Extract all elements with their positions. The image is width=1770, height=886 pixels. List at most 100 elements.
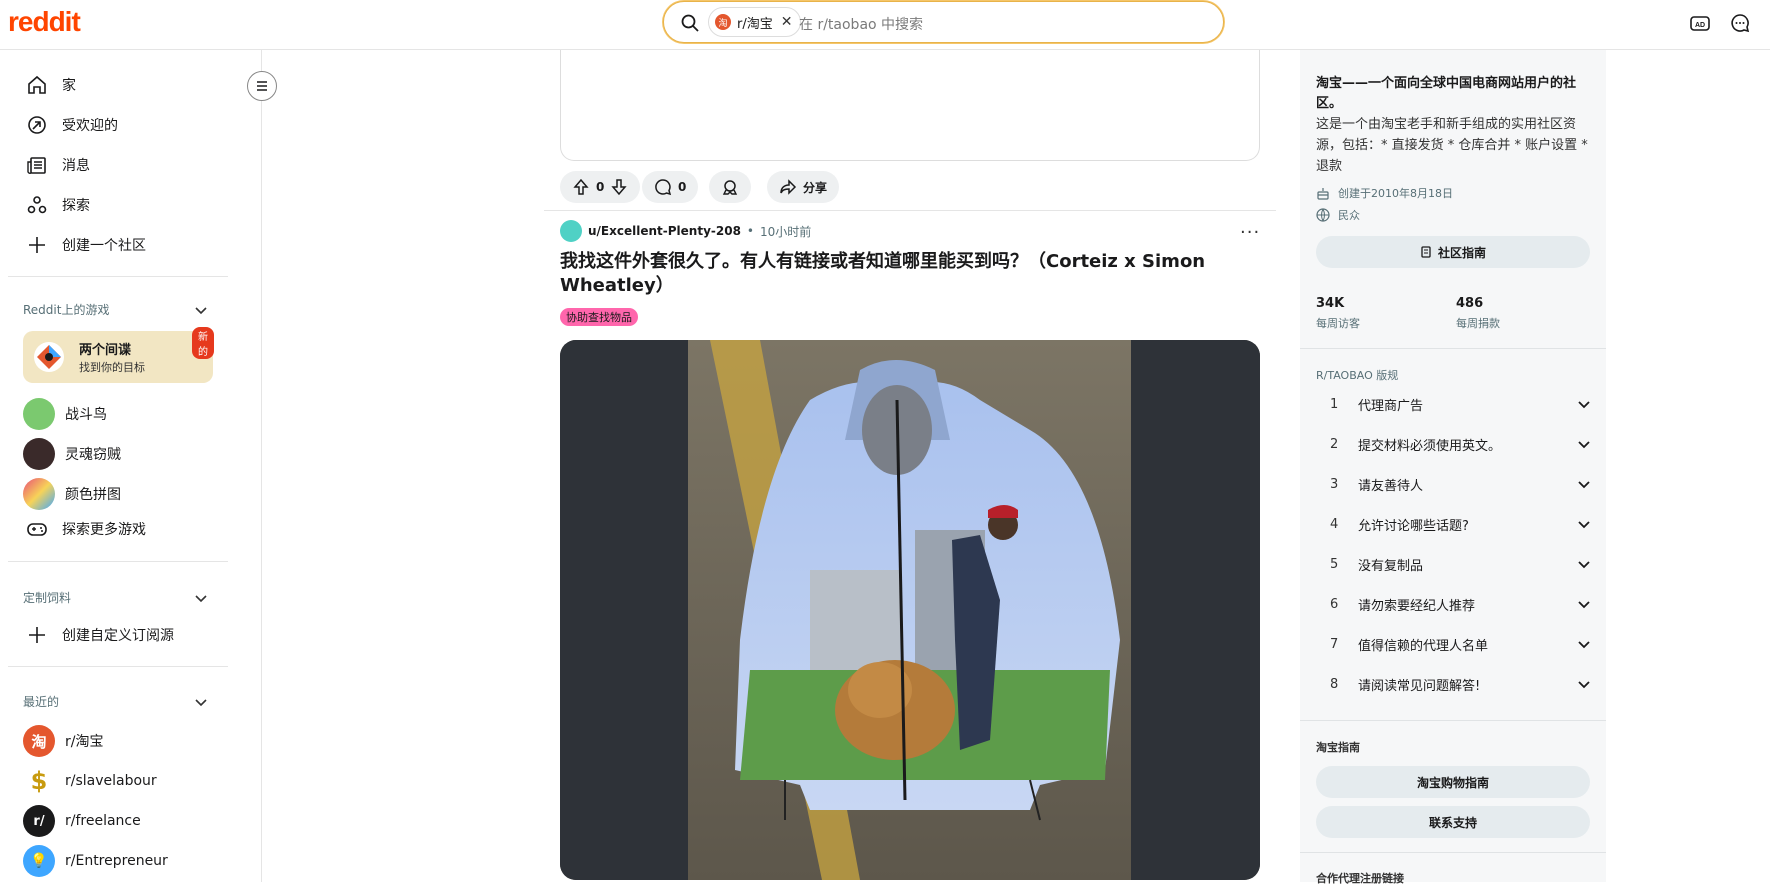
rule-number: 3 bbox=[1330, 476, 1339, 492]
partner-links-title: 合作代理注册链接 bbox=[1316, 872, 1404, 885]
recent-community-item[interactable]: r/ r/freelance bbox=[23, 805, 141, 837]
rule-item[interactable]: 3 请友善待人 bbox=[1330, 464, 1592, 504]
chevron-down-icon bbox=[1578, 521, 1590, 529]
nav-create-community-label: 创建一个社区 bbox=[62, 238, 146, 254]
community-visibility: 民众 bbox=[1316, 207, 1360, 223]
ad-icon[interactable]: AD bbox=[1689, 12, 1711, 34]
new-badge: 新的 bbox=[192, 327, 214, 359]
nav-news-label: 消息 bbox=[62, 158, 90, 174]
award-button[interactable] bbox=[709, 171, 751, 203]
featured-game-title: 两个间谍 bbox=[79, 343, 132, 358]
rule-item[interactable]: 1 代理商广告 bbox=[1330, 384, 1592, 424]
rule-item[interactable]: 4 允许讨论哪些话题? bbox=[1330, 504, 1592, 544]
recent-community-item[interactable]: 💡 r/Entrepreneur bbox=[23, 845, 168, 877]
reddit-logo[interactable]: reddit bbox=[8, 6, 81, 38]
plus-icon bbox=[29, 627, 45, 643]
cake-icon bbox=[1317, 188, 1329, 200]
community-guide-button[interactable]: 社区指南 bbox=[1316, 236, 1590, 268]
divider bbox=[8, 561, 228, 562]
rule-item[interactable]: 8 请阅读常见问题解答! bbox=[1330, 664, 1592, 704]
rule-item[interactable]: 2 提交材料必须使用英文。 bbox=[1330, 424, 1592, 464]
visibility-label: 民众 bbox=[1338, 209, 1360, 222]
search-input[interactable]: 在 r/taobao 中搜索 bbox=[799, 14, 923, 34]
svg-text:AD: AD bbox=[1695, 22, 1705, 29]
nav-news[interactable]: 消息 bbox=[26, 154, 90, 176]
chevron-down-icon[interactable] bbox=[193, 302, 209, 318]
recent-community-item[interactable]: 淘 r/淘宝 bbox=[23, 725, 103, 757]
nav-popular[interactable]: 受欢迎的 bbox=[26, 114, 118, 136]
rule-item[interactable]: 5 没有复制品 bbox=[1330, 544, 1592, 584]
contact-support-button[interactable]: 联系支持 bbox=[1316, 806, 1590, 838]
nav-explore[interactable]: 探索 bbox=[26, 194, 90, 216]
weekly-visitors-label: 每周访客 bbox=[1316, 317, 1360, 330]
battle-birds-icon bbox=[23, 398, 55, 430]
taobao-shopping-guide-button[interactable]: 淘宝购物指南 bbox=[1316, 766, 1590, 798]
rule-item[interactable]: 7 值得信赖的代理人名单 bbox=[1330, 624, 1592, 664]
upvote-icon[interactable] bbox=[572, 178, 590, 196]
rule-text: 代理商广告 bbox=[1358, 398, 1424, 414]
search-community-chip[interactable]: 淘 r/淘宝 ✕ bbox=[708, 7, 802, 37]
game-item[interactable]: 颜色拼图 bbox=[23, 478, 121, 510]
game-item[interactable]: 战斗鸟 bbox=[23, 398, 107, 430]
created-date: 创建于2010年8月18日 bbox=[1338, 187, 1453, 200]
taobao-community-icon: 淘 bbox=[23, 725, 55, 757]
nav-create-community[interactable]: 创建一个社区 bbox=[26, 234, 146, 256]
search-bar[interactable]: 淘 r/淘宝 ✕ 在 r/taobao 中搜索 bbox=[663, 1, 1224, 43]
post-author[interactable]: u/Excellent-Plenty-208 bbox=[588, 224, 741, 238]
rule-number: 1 bbox=[1330, 396, 1339, 412]
post-title[interactable]: 我找这件外套很久了。有人有链接或者知道哪里能买到吗？（Corteiz x Sim… bbox=[560, 250, 1220, 298]
vote-bar: 0 bbox=[560, 171, 641, 203]
rule-item[interactable]: 6 请勿索要经纪人推荐 bbox=[1330, 584, 1592, 624]
custom-feeds-title[interactable]: 定制饲料 bbox=[23, 589, 71, 606]
game-item[interactable]: 灵魂窃贼 bbox=[23, 438, 121, 470]
share-button[interactable]: 分享 bbox=[767, 171, 840, 203]
nav-home[interactable]: 家 bbox=[26, 74, 76, 96]
post-flair[interactable]: 协助查找物品 bbox=[560, 308, 638, 326]
collapse-sidebar-button[interactable] bbox=[247, 71, 277, 101]
rule-number: 7 bbox=[1330, 636, 1339, 652]
nav-home-label: 家 bbox=[62, 78, 76, 94]
recent-section-title[interactable]: 最近的 bbox=[23, 693, 59, 710]
weekly-visitors-value: 34K bbox=[1316, 296, 1345, 311]
search-icon bbox=[681, 14, 699, 32]
previous-post-media[interactable] bbox=[560, 50, 1260, 161]
share-label: 分享 bbox=[803, 180, 828, 195]
rule-text: 没有复制品 bbox=[1358, 558, 1424, 574]
explore-more-games[interactable]: 探索更多游戏 bbox=[26, 518, 146, 540]
weekly-visitors-stat: 34K 每周访客 bbox=[1316, 296, 1360, 331]
comments-button[interactable]: 0 bbox=[642, 171, 699, 203]
rule-number: 2 bbox=[1330, 436, 1339, 452]
comment-icon bbox=[655, 179, 672, 196]
chevron-down-icon bbox=[1578, 601, 1590, 609]
nav-popular-label: 受欢迎的 bbox=[62, 118, 118, 134]
jacket-photo bbox=[560, 340, 1260, 880]
create-custom-feed[interactable]: 创建自定义订阅源 bbox=[26, 624, 174, 646]
dollar-icon: $ bbox=[23, 765, 55, 797]
downvote-icon[interactable] bbox=[610, 178, 628, 196]
recent-community-item[interactable]: $ r/slavelabour bbox=[23, 765, 157, 797]
chat-icon[interactable] bbox=[1729, 12, 1751, 34]
chevron-down-icon[interactable] bbox=[193, 590, 209, 606]
chevron-down-icon[interactable] bbox=[193, 694, 209, 710]
meta-separator: • bbox=[746, 224, 754, 238]
rules-title: R/TAOBAO 版规 bbox=[1316, 369, 1399, 382]
soul-thief-icon bbox=[23, 438, 55, 470]
close-icon[interactable]: ✕ bbox=[781, 14, 793, 30]
recent-community-label: r/Entrepreneur bbox=[65, 853, 168, 869]
featured-game-subtitle: 找到你的目标 bbox=[79, 361, 145, 374]
community-title: 淘宝——一个面向全球中国电商网站用户的社区。 bbox=[1316, 76, 1577, 111]
weekly-contributions-label: 每周捐款 bbox=[1456, 317, 1500, 330]
more-options-icon[interactable]: ··· bbox=[1240, 222, 1260, 243]
rule-text: 请阅读常见问题解答! bbox=[1358, 678, 1481, 694]
avatar[interactable] bbox=[560, 220, 582, 242]
freelance-icon: r/ bbox=[23, 805, 55, 837]
post-image[interactable] bbox=[560, 340, 1260, 880]
community-created: 创建于2010年8月18日 bbox=[1316, 185, 1453, 201]
recent-community-label: r/slavelabour bbox=[65, 773, 157, 789]
nav-explore-label: 探索 bbox=[62, 198, 90, 214]
rule-number: 8 bbox=[1330, 676, 1339, 692]
featured-game-card[interactable]: 两个间谍 找到你的目标 新的 bbox=[23, 327, 214, 383]
home-icon bbox=[28, 75, 46, 94]
games-section-title[interactable]: Reddit上的游戏 bbox=[23, 301, 109, 318]
globe-icon bbox=[1316, 208, 1330, 222]
